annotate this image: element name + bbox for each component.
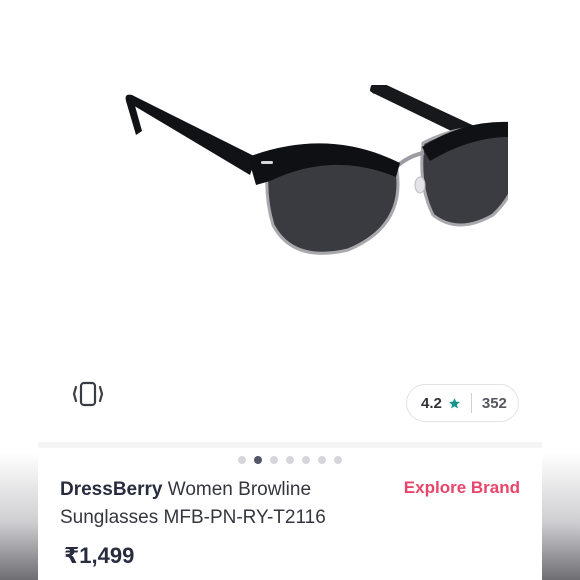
rating-badge[interactable]: 4.2 352 [406,384,519,422]
carousel-indicator[interactable] [38,456,542,466]
screen-edge-left [0,0,38,580]
carousel-dot[interactable] [318,456,326,464]
explore-brand-link[interactable]: Explore Brand [404,478,520,498]
product-price: ₹1,499 [64,543,135,568]
rating-value: 4.2 [421,394,442,412]
section-divider [38,442,542,448]
carousel-dot[interactable] [334,456,342,464]
star-icon [448,397,460,408]
vibrate-icon[interactable] [70,380,106,408]
rating-count: 352 [481,394,507,412]
product-title: DressBerry Women Browline Sunglasses MFB… [60,476,380,532]
product-image-area[interactable]: 4.2 352 [38,0,542,442]
sunglasses-image [125,85,508,255]
carousel-dot[interactable] [270,456,278,464]
rating-divider [470,393,472,413]
carousel-dot[interactable] [286,456,294,464]
product-name: Women Browline [167,479,312,500]
carousel-dot[interactable] [238,456,246,464]
brand-name: DressBerry [60,479,163,500]
product-name-line2: Sunglasses MFB-PN-RY-T2116 [60,507,326,528]
screen-edge-right [542,0,580,580]
product-card: 4.2 352 DressBerry Women Browline Sungla… [38,0,542,580]
carousel-dot[interactable] [302,456,310,464]
carousel-dot[interactable] [254,456,262,464]
